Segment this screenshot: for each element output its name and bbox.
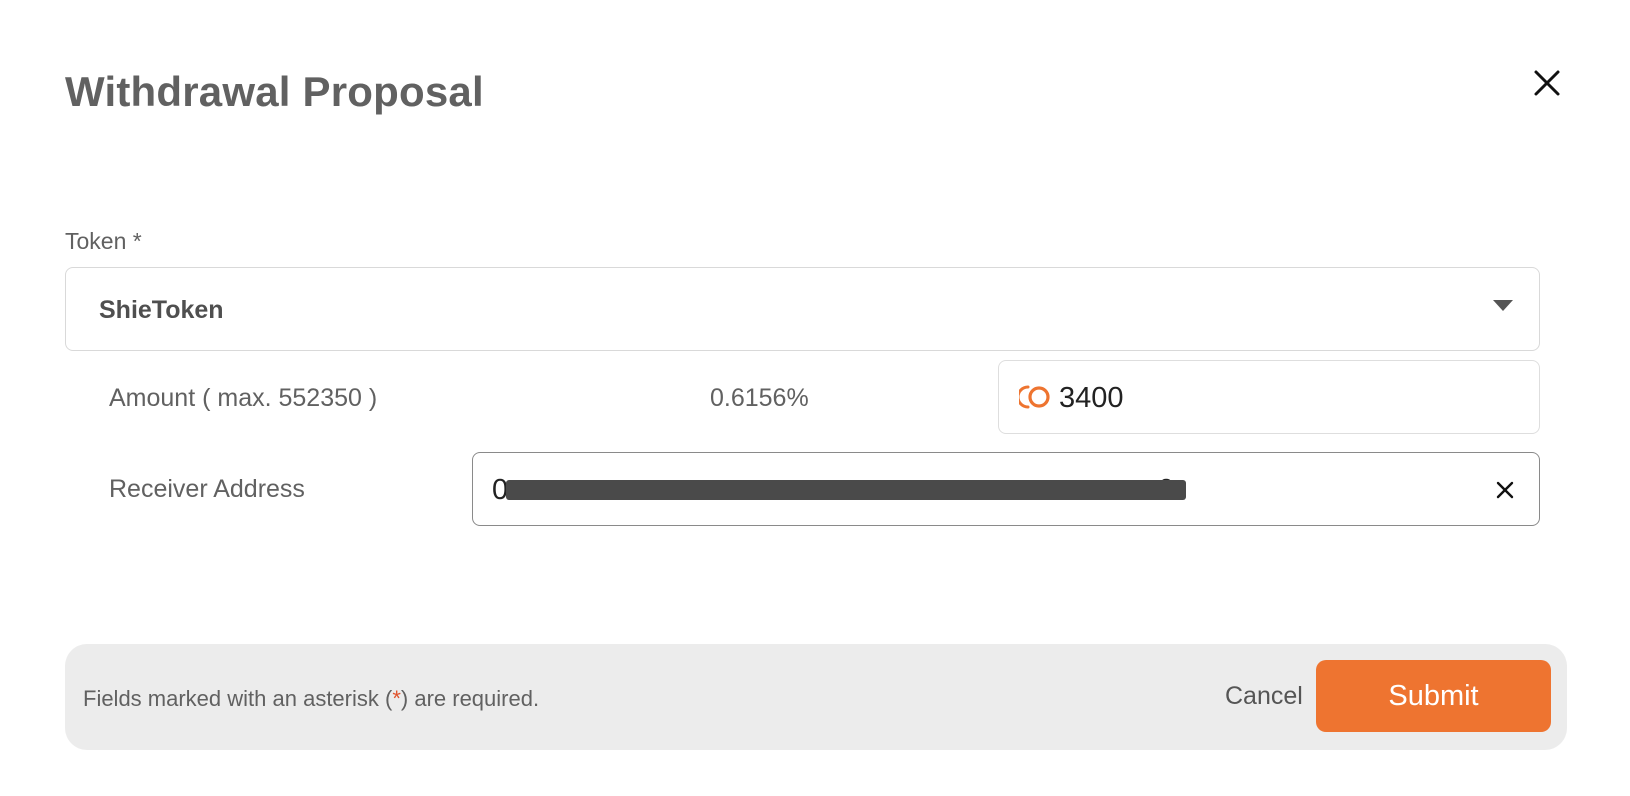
dialog-footer: Fields marked with an asterisk (*) are r… bbox=[65, 644, 1567, 750]
amount-label: Amount ( max. 552350 ) bbox=[109, 384, 378, 412]
token-label: Token * bbox=[65, 228, 142, 254]
caret-down-icon bbox=[1493, 300, 1513, 311]
token-select-value: ShieToken bbox=[99, 296, 224, 324]
required-asterisk: * bbox=[392, 686, 401, 711]
cancel-button[interactable]: Cancel bbox=[1225, 682, 1303, 711]
token-select[interactable]: ShieToken bbox=[65, 267, 1540, 351]
required-fields-note: Fields marked with an asterisk (*) are r… bbox=[83, 686, 539, 712]
close-button[interactable] bbox=[1530, 66, 1564, 100]
token-logo-icon bbox=[1019, 385, 1050, 409]
dialog-title: Withdrawal Proposal bbox=[65, 68, 484, 115]
amount-input[interactable] bbox=[1059, 382, 1499, 415]
amount-input-wrapper[interactable] bbox=[998, 360, 1540, 434]
address-redaction-bar bbox=[506, 480, 1186, 500]
submit-button[interactable]: Submit bbox=[1316, 660, 1551, 732]
amount-percent: 0.6156% bbox=[710, 384, 809, 412]
note-text-before: Fields marked with an asterisk ( bbox=[83, 686, 393, 711]
note-text-after: ) are required. bbox=[400, 686, 540, 711]
clear-x-icon[interactable] bbox=[1495, 480, 1515, 500]
receiver-address-input[interactable]: 00 bbox=[472, 452, 1540, 526]
receiver-address-label: Receiver Address bbox=[109, 475, 305, 503]
close-icon bbox=[1534, 70, 1560, 96]
